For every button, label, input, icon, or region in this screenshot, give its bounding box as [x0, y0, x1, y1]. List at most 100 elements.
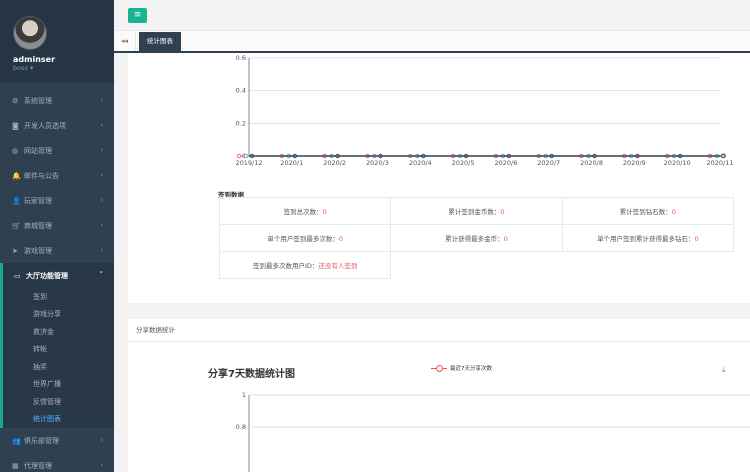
y-tick-label: 0.8: [236, 423, 246, 431]
double-chevron-left-icon: ◂◂: [120, 37, 129, 45]
sidebar-item-label: 大厅功能管理: [26, 271, 68, 280]
monitor-icon: ▭: [14, 271, 21, 280]
sidebar-item-label: 玩家管理: [24, 196, 52, 205]
x-tick-label: 2020/10: [664, 159, 691, 167]
submenu-item-signin[interactable]: 签到: [3, 288, 114, 306]
empty-cell: [391, 252, 562, 279]
stat-cell: 签到总次数：0: [218, 197, 392, 225]
avatar[interactable]: [13, 16, 47, 50]
sidebar-item-label: 游戏管理: [24, 246, 52, 255]
x-tick-label: 2019/12: [235, 159, 262, 167]
sidebar-item-system[interactable]: ⚙ 系统管理 ‹: [0, 88, 114, 113]
profile-header: adminser boss ▾: [0, 0, 114, 83]
y-tick-label: 0.4: [236, 87, 246, 95]
submenu-item-relief[interactable]: 救济金: [3, 323, 114, 341]
chevron-left-icon: ‹: [100, 436, 103, 444]
sidebar-item-players[interactable]: 👤 玩家管理 ‹: [0, 188, 114, 213]
share-stats-panel: 分享数据统计 分享7天数据统计图 最近7天分享次数 ⤓ 0.8 1: [128, 319, 750, 472]
y-tick-label: 0.6: [236, 54, 246, 62]
sidebar-item-label: 网站管理: [24, 146, 52, 155]
stat-cell: 累计签到钻石数：0: [561, 197, 735, 225]
sidebar-item-lobby[interactable]: ▭ 大厅功能管理 ˅: [0, 263, 114, 288]
submenu-item-feedback[interactable]: 反馈管理: [3, 393, 114, 411]
sidebar-item-mail[interactable]: 🔔 邮件与公告 ‹: [0, 163, 114, 188]
sidebar-item-developer[interactable]: ◙ 开发人员选项 ‹: [0, 113, 114, 138]
end-value-label: 0: [722, 152, 726, 160]
x-tick-label: 2020/8: [580, 159, 603, 167]
submenu-item-share[interactable]: 游戏分享: [3, 306, 114, 324]
sidebar-item-club[interactable]: 👥 俱乐部管理 ‹: [0, 428, 114, 453]
y-tick-label: 0.2: [236, 119, 246, 127]
bell-icon: 🔔: [12, 171, 21, 180]
chevron-left-icon: ‹: [100, 196, 103, 204]
sitemap-icon: ▦: [12, 461, 19, 470]
stat-label: 签到最多次数用户ID：: [252, 262, 319, 270]
x-tick-label: 2020/5: [452, 159, 475, 167]
stat-value: 0: [338, 235, 343, 243]
data-point: [236, 153, 242, 159]
sidebar-item-label: 商城管理: [24, 221, 52, 230]
chevron-left-icon: ‹: [100, 461, 103, 469]
sidebar-item-label: 代理管理: [24, 461, 52, 470]
sidebar-item-label: 邮件与公告: [24, 171, 59, 180]
stat-label: 累计签到钻石数：: [619, 208, 672, 216]
data-point: [243, 153, 249, 159]
submenu-item-lottery[interactable]: 抽奖: [3, 358, 114, 376]
sidebar-menu: ⚙ 系统管理 ‹ ◙ 开发人员选项 ‹ ◍ 网站管理 ‹ 🔔 邮件与公告 ‹ 👤 玩家管理 ‹ 🛒 商…: [0, 88, 114, 472]
stat-value: 0: [322, 208, 327, 216]
sidebar-item-agent[interactable]: ▦ 代理管理 ‹: [0, 453, 114, 472]
stat-label: 累计签到金币数：: [448, 208, 501, 216]
stat-value: 0: [671, 208, 676, 216]
sidebar-item-website[interactable]: ◍ 网站管理 ‹: [0, 138, 114, 163]
submenu-item-transfer[interactable]: 转帐: [3, 341, 114, 359]
stat-value: 还没有人签到: [318, 262, 358, 270]
sidebar-item-label: 开发人员选项: [24, 121, 66, 130]
x-tick-label: 2020/9: [623, 159, 646, 167]
table-row: 签到最多次数用户ID：还没有人签到: [218, 251, 734, 279]
user-icon: 👤: [12, 196, 21, 205]
user-name[interactable]: adminser: [13, 55, 55, 64]
share-7day-chart: 0.81: [236, 391, 750, 472]
signin-stats-table: 签到总次数：0 累计签到金币数：0 累计签到钻石数：0 单个用户签到最多次数：0…: [218, 197, 735, 279]
chevron-left-icon: ‹: [100, 146, 103, 154]
user-role-dropdown[interactable]: boss ▾: [13, 64, 33, 72]
x-tick-label: 2020/4: [409, 159, 432, 167]
x-tick-label: 2020/11: [706, 159, 733, 167]
stat-label: 单个用户签到最多次数：: [267, 235, 339, 243]
sidebar-item-shop[interactable]: 🛒 商城管理 ‹: [0, 213, 114, 238]
stat-value: 0: [694, 235, 699, 243]
monthly-signin-chart: 0 0.2 0.4 0.6 2019/12 2020/1 2020/2 2020/3 2020/…: [235, 54, 733, 167]
stat-value: 0: [500, 208, 505, 216]
sidebar: adminser boss ▾ ⚙ 系统管理 ‹ ◙ 开发人员选项 ‹ ◍ 网站管理 ‹ 🔔…: [0, 0, 114, 472]
stat-label: 签到总次数：: [283, 208, 323, 216]
chevron-left-icon: ‹: [100, 171, 103, 179]
send-icon: ➤: [12, 246, 18, 255]
stat-cell: 签到最多次数用户ID：还没有人签到: [218, 251, 392, 279]
chevron-down-icon: ˅: [99, 271, 104, 279]
sidebar-item-label: 系统管理: [24, 96, 52, 105]
chevron-left-icon: ‹: [100, 121, 103, 129]
menu-toggle-button[interactable]: ≡: [128, 8, 147, 23]
tab-bar: ◂◂ 统计图表: [114, 31, 750, 53]
chevron-left-icon: ‹: [100, 221, 103, 229]
stat-cell: 单个用户签到累计获得最多钻石：0: [561, 224, 735, 252]
tab-scroll-left-button[interactable]: ◂◂: [114, 31, 136, 51]
submenu-item-charts[interactable]: 统计图表: [3, 411, 114, 429]
gamepad-icon: ◙: [12, 121, 19, 130]
sidebar-submenu: 签到 游戏分享 救济金 转帐 抽奖 世界广播 反馈管理 统计图表: [0, 288, 114, 428]
chevron-left-icon: ‹: [100, 246, 103, 254]
globe-icon: ◍: [12, 146, 19, 155]
stat-cell: 累计获得最多金币：0: [390, 224, 563, 252]
x-tick-label: 2020/7: [537, 159, 560, 167]
chevron-left-icon: ‹: [100, 96, 103, 104]
stat-label: 单个用户签到累计获得最多钻石：: [597, 235, 695, 243]
empty-cell: [562, 252, 733, 279]
stat-value: 0: [503, 235, 508, 243]
stat-cell: 单个用户签到最多次数：0: [218, 224, 392, 252]
top-bar: ≡: [114, 0, 750, 31]
sidebar-item-label: 俱乐部管理: [24, 436, 59, 445]
sidebar-item-games[interactable]: ➤ 游戏管理 ‹: [0, 238, 114, 263]
tab-charts[interactable]: 统计图表: [139, 32, 181, 51]
cart-icon: 🛒: [12, 221, 21, 230]
submenu-item-broadcast[interactable]: 世界广播: [3, 376, 114, 394]
